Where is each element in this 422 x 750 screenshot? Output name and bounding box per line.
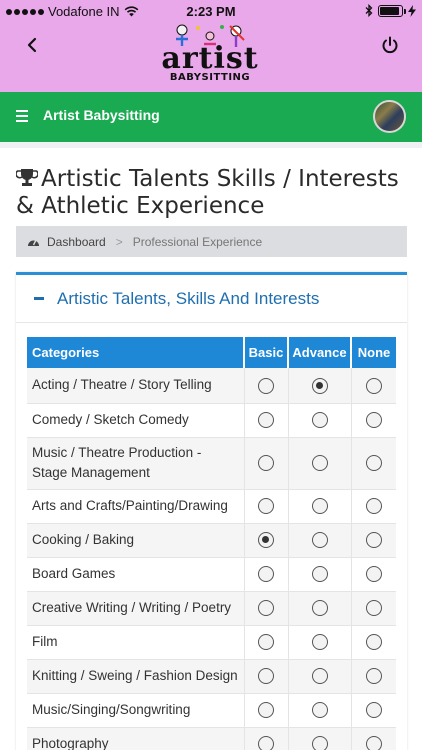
app-header: Vodafone IN 2:23 PM artist BABYSITTING [0, 0, 422, 92]
logo-subtext: BABYSITTING [169, 72, 251, 83]
radio-basic[interactable] [258, 736, 274, 750]
page-title-text: Artistic Talents Skills / Interests & At… [16, 166, 399, 219]
radio-none[interactable] [365, 498, 382, 515]
radio-advance[interactable] [311, 600, 328, 617]
radio-none[interactable] [365, 532, 382, 549]
table-row: Photography [27, 727, 396, 750]
table-row: Arts and Crafts/Painting/Drawing [27, 489, 396, 524]
table-row: Creative Writing / Writing / Poetry [27, 591, 396, 626]
radio-basic[interactable] [258, 566, 274, 583]
table-row: Cooking / Baking [27, 523, 396, 558]
radio-none[interactable] [365, 702, 382, 719]
table-row: Film [27, 625, 396, 660]
radio-advance[interactable] [311, 566, 328, 583]
radio-basic[interactable] [258, 498, 274, 515]
category-cell: Photography [27, 727, 244, 750]
chevron-left-icon[interactable] [22, 34, 44, 56]
bluetooth-icon [365, 4, 373, 17]
content-card: Artistic Talents Skills / Interests & At… [0, 148, 422, 750]
column-header-advance: Advance [288, 337, 352, 368]
radio-basic[interactable] [258, 532, 274, 549]
category-cell: Creative Writing / Writing / Poetry [27, 591, 244, 626]
panel-collapse-toggle[interactable]: Artistic Talents, Skills And Interests [16, 275, 407, 323]
category-cell: Music / Theatre Production - Stage Manag… [27, 437, 244, 490]
category-cell: Board Games [27, 557, 244, 592]
radio-none[interactable] [365, 455, 382, 472]
avatar[interactable] [373, 100, 406, 133]
radio-basic[interactable] [258, 668, 274, 685]
radio-advance[interactable] [311, 532, 328, 549]
radio-advance[interactable] [311, 455, 328, 472]
dashboard-icon [28, 239, 39, 246]
radio-none[interactable] [365, 668, 382, 685]
radio-advance[interactable] [311, 668, 328, 685]
logo-text: artist [161, 41, 259, 76]
column-header-basic: Basic [244, 337, 289, 368]
radio-basic[interactable] [258, 377, 274, 394]
table-row: Music/Singing/Songwriting [27, 693, 396, 728]
category-cell: Comedy / Sketch Comedy [27, 403, 244, 438]
radio-basic[interactable] [258, 600, 274, 617]
status-time: 2:23 PM [186, 4, 236, 19]
power-icon[interactable] [380, 35, 400, 55]
radio-basic[interactable] [258, 634, 274, 651]
radio-advance[interactable] [311, 634, 328, 651]
radio-advance[interactable] [311, 736, 328, 750]
navbar: Artist Babysitting [0, 92, 422, 142]
minus-icon [34, 297, 44, 300]
navbar-title: Artist Babysitting [43, 107, 160, 123]
category-cell: Music/Singing/Songwriting [27, 693, 244, 728]
charging-icon [408, 4, 416, 17]
radio-none[interactable] [365, 634, 382, 651]
breadcrumb-current: Professional Experience [132, 234, 263, 249]
battery-icon [378, 4, 406, 17]
column-header-none: None [351, 337, 396, 368]
column-header-categories: Categories [27, 337, 245, 368]
talents-panel: Artistic Talents, Skills And Interests C… [16, 272, 407, 750]
radio-none[interactable] [365, 600, 382, 617]
breadcrumb: Dashboard > Professional Experience [16, 226, 407, 257]
category-cell: Knitting / Sweing / Fashion Design [27, 659, 244, 694]
radio-basic[interactable] [258, 702, 274, 719]
panel-title: Artistic Talents, Skills And Interests [57, 288, 320, 308]
status-bar: Vodafone IN 2:23 PM [0, 0, 422, 22]
app-logo: artist BABYSITTING [160, 22, 260, 86]
table-row: Comedy / Sketch Comedy [27, 403, 396, 438]
table-header: Categories Basic Advance None [27, 337, 396, 368]
table-row: Knitting / Sweing / Fashion Design [27, 659, 396, 694]
skills-table: Categories Basic Advance None Acting / T… [27, 337, 396, 750]
category-cell: Arts and Crafts/Painting/Drawing [27, 489, 244, 524]
breadcrumb-dashboard[interactable]: Dashboard [47, 235, 106, 249]
radio-none[interactable] [365, 736, 382, 750]
radio-none[interactable] [365, 566, 382, 583]
radio-advance[interactable] [311, 498, 328, 515]
category-cell: Cooking / Baking [27, 523, 244, 558]
radio-advance[interactable] [311, 702, 328, 719]
radio-none[interactable] [365, 412, 382, 429]
trophy-icon [16, 169, 38, 186]
page-content: Artistic Talents Skills / Interests & At… [0, 142, 422, 750]
category-cell: Film [27, 625, 244, 660]
hamburger-icon[interactable] [16, 110, 28, 122]
table-row: Music / Theatre Production - Stage Manag… [27, 437, 396, 490]
table-row: Acting / Theatre / Story Telling [27, 368, 396, 404]
radio-advance[interactable] [311, 377, 328, 394]
page-title: Artistic Talents Skills / Interests & At… [16, 166, 406, 220]
radio-advance[interactable] [311, 412, 328, 429]
category-cell: Acting / Theatre / Story Telling [27, 368, 244, 404]
radio-none[interactable] [365, 377, 382, 394]
radio-basic[interactable] [258, 455, 274, 472]
breadcrumb-separator: > [115, 234, 123, 249]
radio-basic[interactable] [258, 412, 274, 429]
table-row: Board Games [27, 557, 396, 592]
